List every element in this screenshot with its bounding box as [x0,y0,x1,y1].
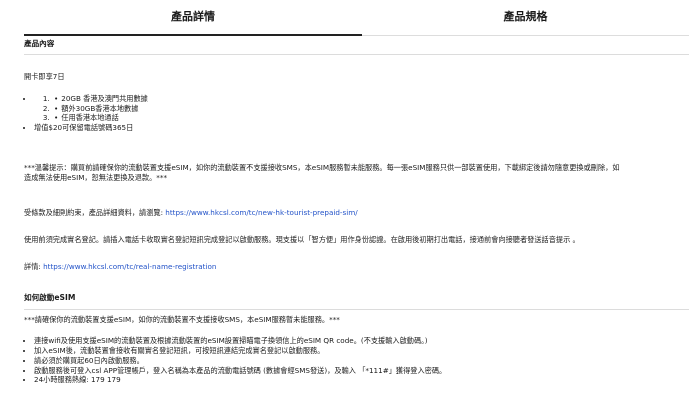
product-details-content: 產品內容 開卡即享7日 •20GB 香港及澳門共用數據 •額外30GB香港本地數… [24,39,689,385]
product-page: 產品詳情 產品規格 產品內容 開卡即享7日 •20GB 香港及澳門共用數據 •額… [0,0,689,419]
terms-text: 受條款及細則約束，產品詳細資料，請瀏覽: https://www.hkcsl.c… [24,208,689,218]
tab-product-specs[interactable]: 產品規格 [362,0,689,36]
registration-text: 使用前須完成實名登記。請插入電話卡收取實名登記短訊完成登記以啟動服務。現支援以「… [24,235,580,244]
esim-step: 加入eSIM後，流動裝置會接收有關實名登記短訊，可按短訊連結完成實名登記以啟動服… [34,346,689,356]
package-item: •任用香港本地通話 [52,113,689,123]
package-item: •20GB 香港及澳門共用數據 [52,94,689,104]
esim-steps: 連接wifi及使用支援eSIM的流動裝置及根據流動裝置的eSIM設置掃瞄電子換領… [24,336,689,385]
details-text: 詳情: https://www.hkcsl.com/tc/real-name-r… [24,262,689,272]
esim-step: 連接wifi及使用支援eSIM的流動裝置及根據流動裝置的eSIM設置掃瞄電子換領… [34,336,689,346]
registration-link[interactable]: https://www.hkcsl.com/tc/real-name-regis… [43,262,216,271]
esim-title: 如何啟動eSIM [24,293,76,303]
esim-note: ***請確保你的流動裝置支援eSIM，如你的流動裝置不支援接收SMS，本eSIM… [24,314,340,324]
package-list-item: •20GB 香港及澳門共用數據 •額外30GB香港本地數據 •任用香港本地通話 [34,86,689,123]
extra-item: 增值$20可保留電話號碼365日 [34,123,689,133]
package-items: •20GB 香港及澳門共用數據 •額外30GB香港本地數據 •任用香港本地通話 [34,94,689,123]
activation-text: 開卡即享7日 [24,72,65,82]
package-item: •額外30GB香港本地數據 [52,104,689,114]
tab-bar: 產品詳情 產品規格 [0,0,689,36]
esim-step: 24小時服務熱線: 179 179 [34,375,689,385]
package-bullet: •20GB 香港及澳門共用數據 •額外30GB香港本地數據 •任用香港本地通話 … [24,86,689,133]
terms-prefix: 受條款及細則約束，產品詳細資料，請瀏覽: [24,208,166,218]
warning-line-2: 造成無法使用eSIM，恕無法更換及退款。*** [24,172,168,182]
tab-product-details[interactable]: 產品詳情 [24,0,362,36]
warning-line-1: ***溫馨提示：購買前請確保你的流動裝置支援eSIM，如你的流動裝置不支援接收S… [24,162,620,172]
esim-step: 請必須於購買起60日內啟動服務。 [34,356,689,366]
esim-step: 啟動服務後可登入csl APP管理帳戶，登入名稱為本產品的流動電話號碼 (數據會… [34,366,689,376]
terms-link[interactable]: https://www.hkcsl.com/tc/new-hk-tourist-… [165,208,357,217]
details-prefix: 詳情: [24,261,44,271]
product-content-title: 產品內容 [24,39,55,48]
